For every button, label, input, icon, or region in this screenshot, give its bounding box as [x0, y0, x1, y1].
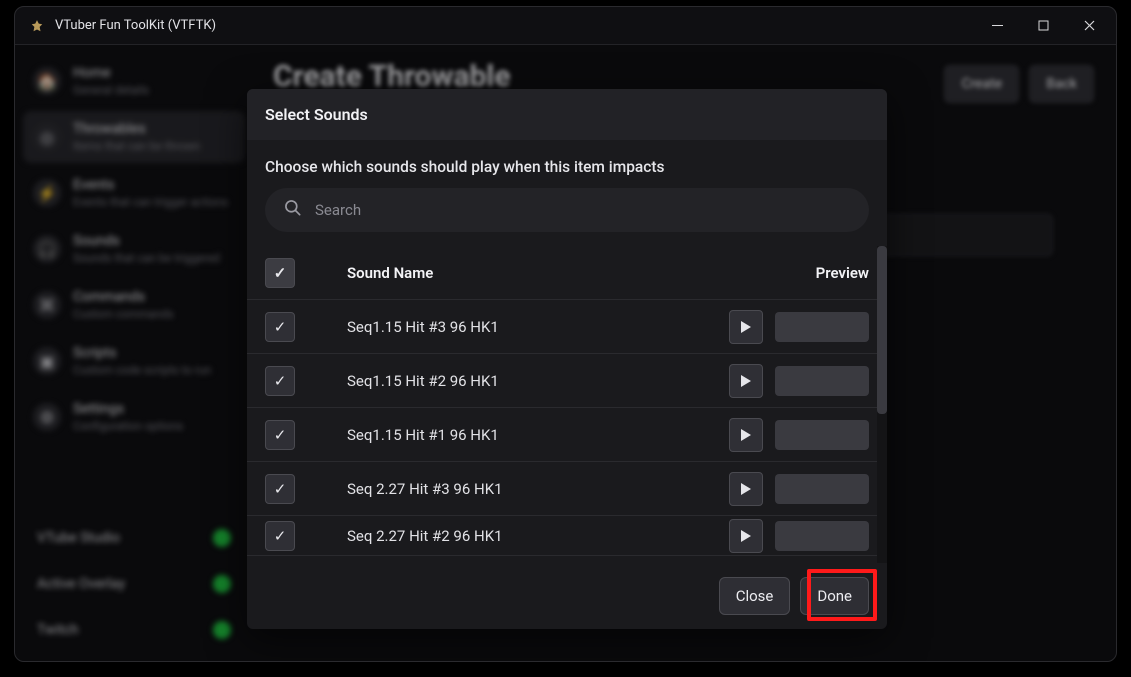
modal-description: Choose which sounds should play when thi… — [247, 140, 887, 188]
row-checkbox[interactable]: ✓ — [265, 312, 295, 342]
play-button[interactable] — [729, 418, 763, 452]
row-checkbox[interactable]: ✓ — [265, 474, 295, 504]
sound-name: Seq 2.27 Hit #3 96 HK1 — [315, 480, 689, 498]
app-icon — [29, 18, 45, 34]
modal-footer: Close Done — [247, 563, 887, 629]
play-button[interactable] — [729, 364, 763, 398]
titlebar: VTuber Fun ToolKit (VTFTK) — [15, 7, 1116, 45]
volume-slider[interactable] — [775, 420, 869, 450]
app-window: VTuber Fun ToolKit (VTFTK) 🏠 HomeGeneral… — [14, 6, 1117, 662]
search-icon — [283, 198, 303, 222]
window-title: VTuber Fun ToolKit (VTFTK) — [55, 18, 216, 33]
sound-row: ✓ Seq1.15 Hit #3 96 HK1 — [247, 300, 887, 354]
volume-slider[interactable] — [775, 474, 869, 504]
sound-name: Seq1.15 Hit #2 96 HK1 — [315, 372, 689, 390]
sound-list: ✓ Sound Name Preview ✓ Seq1.15 Hit #3 96… — [247, 246, 887, 563]
scrollbar-thumb[interactable] — [877, 246, 887, 414]
close-button[interactable] — [1066, 7, 1112, 45]
column-header-preview: Preview — [709, 264, 869, 282]
volume-slider[interactable] — [775, 366, 869, 396]
play-button[interactable] — [729, 519, 763, 553]
column-header-name: Sound Name — [315, 264, 689, 282]
window-controls — [974, 7, 1112, 45]
modal-backdrop: Select Sounds Choose which sounds should… — [15, 45, 1116, 661]
play-button[interactable] — [729, 472, 763, 506]
sound-name: Seq 2.27 Hit #2 96 HK1 — [315, 527, 689, 545]
close-modal-button[interactable]: Close — [719, 577, 791, 615]
sound-row: ✓ Seq1.15 Hit #2 96 HK1 — [247, 354, 887, 408]
done-button[interactable]: Done — [800, 577, 869, 615]
play-button[interactable] — [729, 310, 763, 344]
modal-title: Select Sounds — [247, 89, 887, 140]
minimize-button[interactable] — [974, 7, 1020, 45]
row-checkbox[interactable]: ✓ — [265, 521, 295, 551]
sound-name: Seq1.15 Hit #3 96 HK1 — [315, 318, 689, 336]
volume-slider[interactable] — [775, 521, 869, 551]
select-sounds-modal: Select Sounds Choose which sounds should… — [247, 89, 887, 629]
sound-row: ✓ Seq 2.27 Hit #2 96 HK1 — [247, 516, 887, 556]
select-all-checkbox[interactable]: ✓ — [265, 258, 295, 288]
list-header: ✓ Sound Name Preview — [247, 246, 887, 300]
volume-slider[interactable] — [775, 312, 869, 342]
row-checkbox[interactable]: ✓ — [265, 366, 295, 396]
sound-row: ✓ Seq 2.27 Hit #3 96 HK1 — [247, 462, 887, 516]
titlebar-left: VTuber Fun ToolKit (VTFTK) — [29, 18, 216, 34]
row-checkbox[interactable]: ✓ — [265, 420, 295, 450]
search-input[interactable] — [315, 201, 851, 219]
maximize-button[interactable] — [1020, 7, 1066, 45]
sound-name: Seq1.15 Hit #1 96 HK1 — [315, 426, 689, 444]
sound-row: ✓ Seq1.15 Hit #1 96 HK1 — [247, 408, 887, 462]
search-input-wrap[interactable] — [265, 188, 869, 232]
content-area: 🏠 HomeGeneral details ◎ ThrowablesItems … — [15, 45, 1116, 661]
